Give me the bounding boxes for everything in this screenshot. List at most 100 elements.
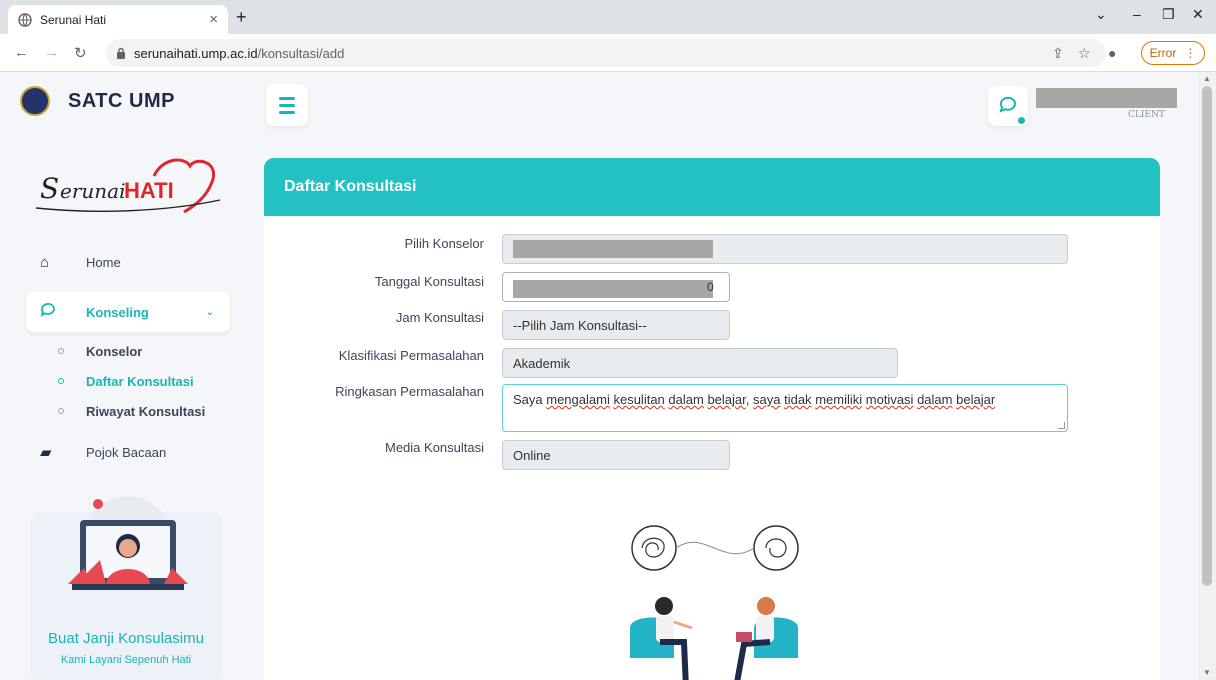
consultation-illustration — [630, 525, 799, 680]
sidebar-item-konseling[interactable]: Konseling ⌄ — [26, 292, 230, 332]
sidebar-item-home[interactable]: ⌂ Home — [26, 242, 230, 282]
chat-bubble-icon — [999, 96, 1016, 113]
ringkasan-textarea[interactable]: Saya mengalami kesulitan dalam belajar, … — [502, 384, 1068, 432]
minimize-icon[interactable]: – — [1133, 6, 1141, 22]
new-tab-icon[interactable]: + — [236, 7, 247, 28]
tanggal-input[interactable]: 0 — [502, 272, 730, 302]
media-label: Media Konsultasi — [385, 440, 484, 455]
browser-tab[interactable]: Serunai Hati × — [8, 5, 228, 34]
tab-title: Serunai Hati — [40, 12, 107, 27]
ump-logo — [20, 86, 50, 116]
text-segment: , — [745, 392, 753, 407]
sidebar-item-pojok-bacaan[interactable]: ▰ Pojok Bacaan — [26, 432, 230, 472]
sidebar-subitem-label: Riwayat Konsultasi — [86, 403, 206, 419]
page-scrollbar[interactable]: ▲ ▼ — [1198, 72, 1216, 680]
sidebar-subitem-daftar-konsultasi[interactable]: Daftar Konsultasi — [26, 366, 230, 396]
ringkasan-value: Saya mengalami kesulitan dalam belajar, … — [513, 392, 995, 407]
user-role: CLIENT — [1128, 110, 1165, 120]
klasifikasi-select[interactable]: Akademik — [502, 348, 898, 378]
scroll-up-icon[interactable]: ▲ — [1203, 74, 1211, 83]
konselor-select[interactable] — [502, 234, 1068, 264]
brand-name: SATC UMP — [68, 89, 175, 112]
text-segment: saya — [753, 392, 781, 407]
klasifikasi-value: Akademik — [513, 355, 571, 371]
text-segment: kesulitan — [613, 392, 665, 407]
error-button[interactable]: Error ⋮ — [1141, 41, 1205, 65]
text-segment: Saya — [513, 392, 547, 407]
tanggal-value-redacted — [513, 280, 713, 298]
sidebar: SATC UMP S erunai HATI ⌂ Home Konseling … — [0, 72, 250, 680]
consultation-card: Daftar Konsultasi Pilih Konselor Tanggal… — [264, 158, 1160, 680]
notification-dot — [1018, 117, 1025, 124]
jam-label: Jam Konsultasi — [395, 310, 484, 325]
jam-select[interactable]: --Pilih Jam Konsultasi-- — [502, 310, 730, 340]
text-segment: dalam — [917, 392, 953, 407]
page: SATC UMP S erunai HATI ⌂ Home Konseling … — [0, 72, 1198, 680]
bookmark-star-icon[interactable]: ☆ — [1078, 45, 1091, 62]
hamburger-line — [279, 103, 295, 107]
ringkasan-label: Ringkasan Permasalahan — [335, 384, 484, 399]
url-path: /konsultasi/add — [257, 45, 345, 61]
sidebar-subitem-konselor[interactable]: Konselor — [26, 336, 230, 366]
url-host: serunaihati.ump.ac.id — [134, 45, 258, 61]
close-tab-icon[interactable]: × — [209, 11, 218, 28]
menu-toggle-button[interactable] — [266, 84, 308, 126]
text-segment: memiliki — [815, 392, 863, 407]
hamburger-icon — [279, 96, 295, 100]
url-field[interactable]: serunaihati.ump.ac.id/konsultasi/add — [106, 39, 1106, 67]
scrollbar-thumb[interactable] — [1202, 86, 1212, 586]
text-segment: motivasi — [865, 392, 914, 407]
konselor-value-redacted — [513, 240, 713, 258]
serunai-hati-logo: S erunai HATI — [35, 158, 221, 214]
sidebar-menu: ⌂ Home Konseling ⌄ Konselor Daftar Konsu… — [26, 242, 230, 472]
share-icon[interactable]: ⇪ — [1052, 45, 1064, 62]
kebab-menu-icon: ⋮ — [1184, 46, 1197, 60]
bullet-icon — [58, 408, 64, 414]
user-name-redacted[interactable] — [1036, 88, 1177, 108]
klasifikasi-label: Klasifikasi Permasalahan — [338, 348, 484, 363]
tanggal-value-tail: 0 — [707, 280, 714, 294]
lock-icon — [117, 47, 125, 59]
sidebar-subitem-label: Daftar Konsultasi — [86, 373, 194, 389]
sidebar-item-label: Home — [86, 254, 121, 270]
promo-subtitle: Kami Layani Sepenuh Hati — [60, 654, 192, 666]
bullet-icon — [58, 378, 64, 384]
chevron-down-icon: ⌄ — [205, 306, 214, 318]
chat-icon — [40, 303, 60, 321]
text-segment: belajar — [956, 392, 996, 407]
restore-icon[interactable]: ❐ — [1162, 6, 1175, 23]
counselor-illustration — [68, 496, 188, 590]
konselor-label: Pilih Konselor — [404, 236, 485, 251]
browser-tab-bar: Serunai Hati × + ⌄ – ❐ ✕ — [0, 0, 1216, 34]
forward-icon[interactable]: → — [44, 44, 59, 61]
svg-text:erunai: erunai — [60, 179, 125, 203]
close-window-icon[interactable]: ✕ — [1192, 6, 1204, 23]
sidebar-item-label: Konseling — [86, 304, 149, 320]
bullet-icon — [58, 348, 64, 354]
text-segment: belajar — [707, 392, 746, 407]
text-segment: dalam — [668, 392, 704, 407]
text-segment: mengalami — [546, 392, 610, 407]
promo-card[interactable]: Buat Janji Konsulasimu Kami Layani Sepen… — [30, 496, 222, 680]
reload-icon[interactable]: ↻ — [74, 44, 87, 62]
messages-button[interactable] — [988, 86, 1028, 126]
svg-text:S: S — [40, 172, 59, 205]
media-select[interactable]: Online — [502, 440, 730, 470]
home-icon: ⌂ — [40, 253, 50, 271]
media-value: Online — [513, 447, 551, 463]
tab-search-icon[interactable]: ⌄ — [1095, 6, 1107, 23]
profile-icon[interactable]: ● — [1108, 45, 1116, 61]
card-title: Daftar Konsultasi — [264, 158, 1160, 216]
promo-title: Buat Janji Konsulasimu — [48, 630, 204, 647]
sidebar-subitem-riwayat-konsultasi[interactable]: Riwayat Konsultasi — [26, 396, 230, 426]
back-icon[interactable]: ← — [14, 44, 29, 61]
scroll-down-icon[interactable]: ▼ — [1203, 668, 1211, 677]
hamburger-line — [279, 110, 295, 114]
resize-handle-icon[interactable] — [1058, 422, 1065, 429]
svg-text:HATI: HATI — [124, 178, 174, 203]
brand[interactable]: SATC UMP — [20, 86, 175, 116]
error-label: Error — [1149, 46, 1177, 60]
address-toolbar: ← → ↻ serunaihati.ump.ac.id/konsultasi/a… — [0, 34, 1216, 72]
jam-value: --Pilih Jam Konsultasi-- — [513, 317, 647, 333]
sidebar-item-label: Pojok Bacaan — [86, 444, 167, 460]
